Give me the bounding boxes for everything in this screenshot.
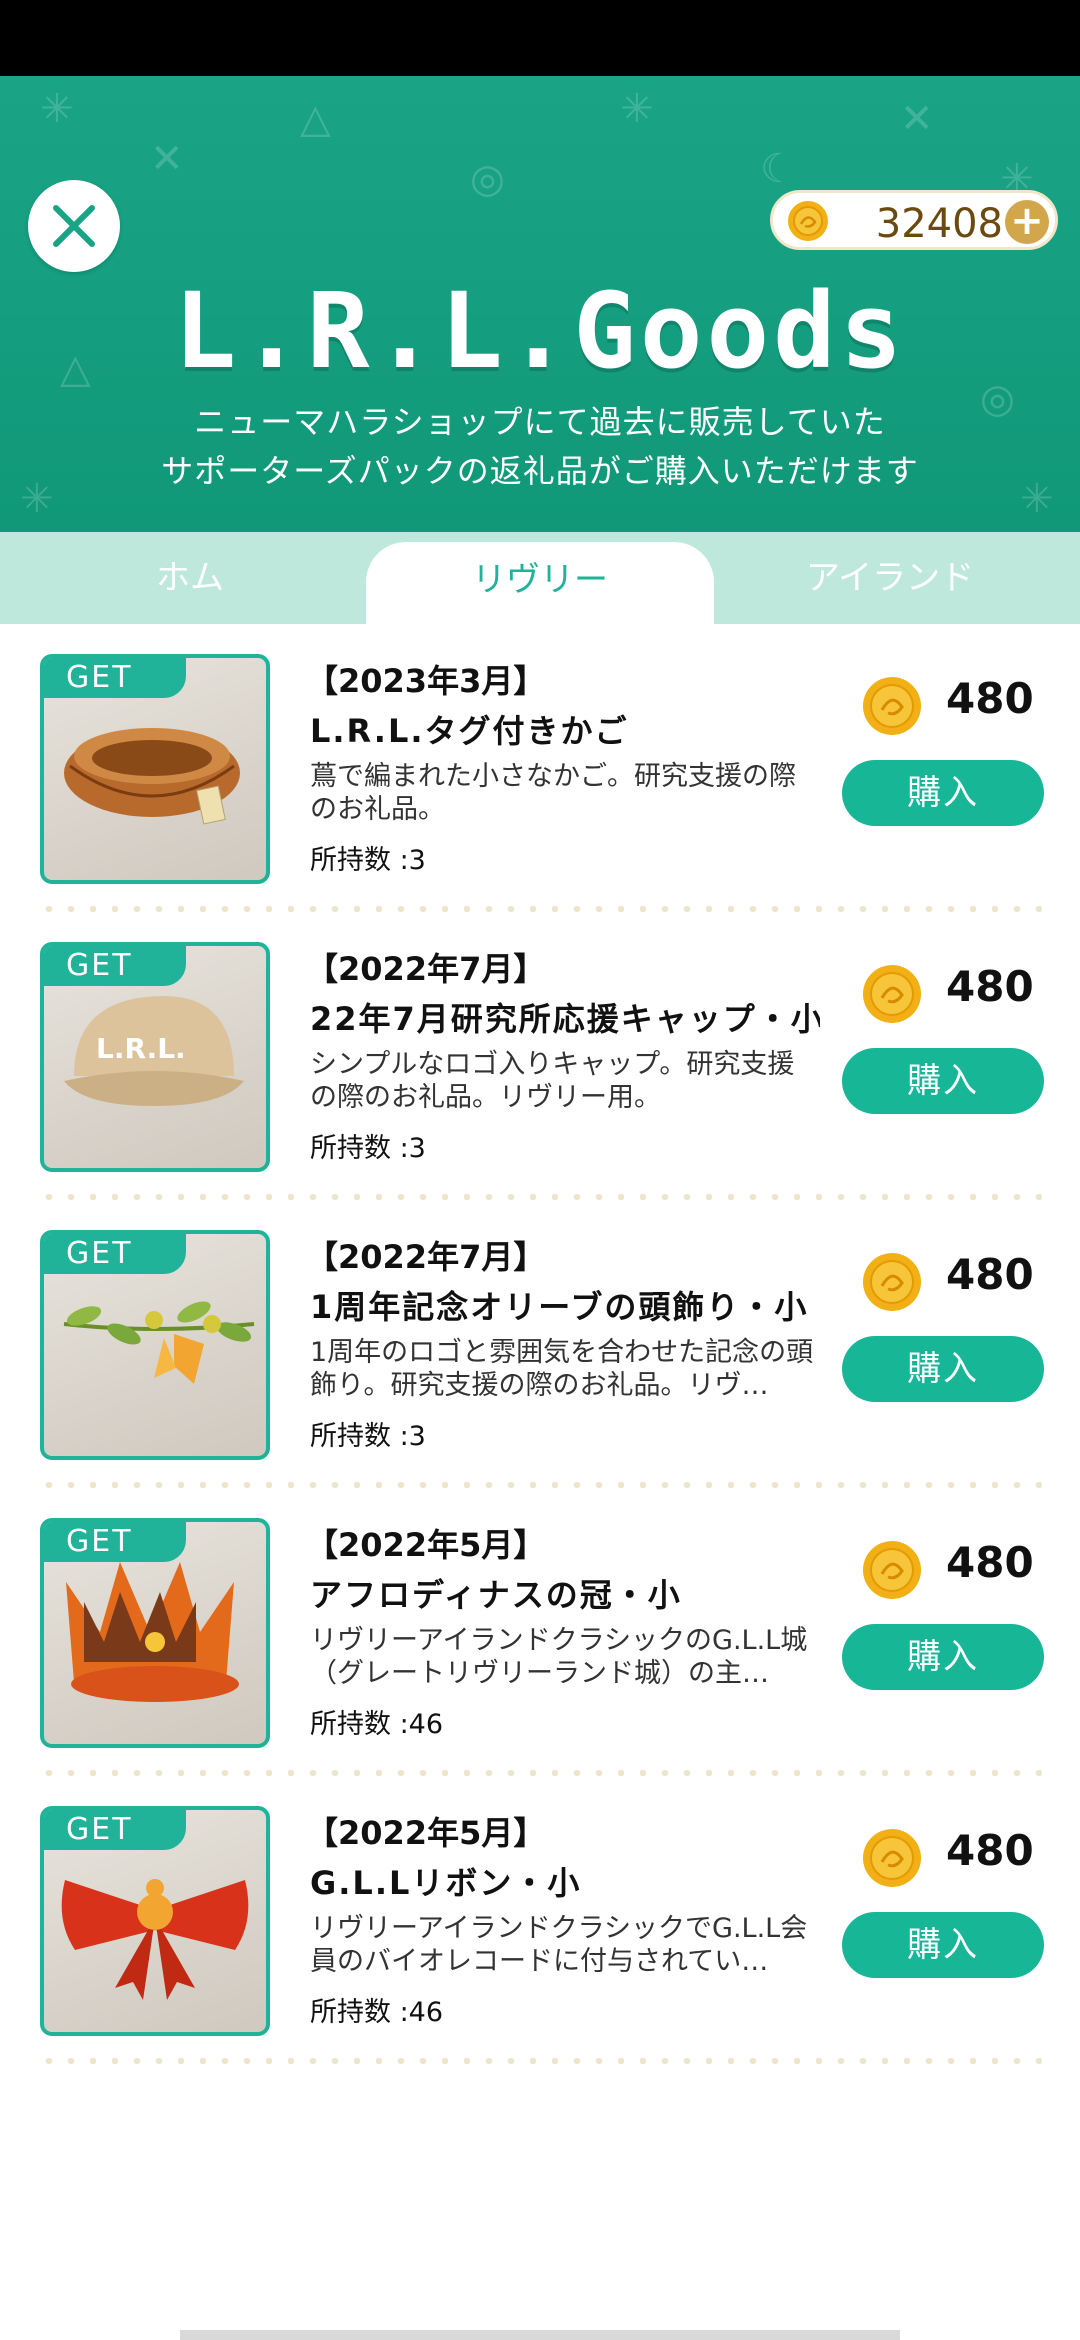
list-item: GET 【2022年7月】 1周年記念オリーブの頭飾り・小 1周年のロゴと雰囲気… — [0, 1200, 1080, 1488]
coin-amount: 32408 — [875, 201, 1003, 247]
coin-icon — [863, 965, 921, 1023]
item-description: リヴリーアイランドクラシックでG.L.L会員のバイオレコードに付与されてい… — [310, 1913, 808, 1977]
item-thumbnail[interactable]: L.R.L. GET — [40, 942, 270, 1172]
coin-icon — [863, 1829, 921, 1887]
basket-icon — [64, 728, 240, 825]
decor-cross: ✕ — [900, 96, 934, 142]
item-description: リヴリーアイランドクラシックのG.L.L城（グレートリヴリーランド城）の主… — [310, 1625, 808, 1689]
item-name: アフロディナスの冠・小 — [310, 1576, 682, 1614]
subtitle-line2: サポーターズパックの返礼品がご購入いただけます — [161, 452, 919, 490]
item-date: 【2022年7月】 — [306, 1238, 546, 1276]
decor-circle: ◎ — [470, 156, 505, 202]
item-owned-count: 所持数 :3 — [310, 1133, 426, 1164]
tab-livly[interactable]: リヴリー — [366, 542, 714, 624]
item-thumbnail[interactable]: GET — [40, 1806, 270, 2036]
item-name: G.L.Lリボン・小 — [310, 1864, 582, 1902]
add-coins-button[interactable]: + — [1005, 200, 1049, 244]
item-owned-count: 所持数 :3 — [310, 1421, 426, 1452]
get-badge: GET — [44, 1234, 186, 1274]
subtitle-line1: ニューマハラショップにて過去に販売していた — [194, 403, 886, 441]
tab-bar: ホム リヴリー アイランド — [0, 532, 1080, 624]
item-description: シンプルなロゴ入りキャップ。研究支援の際のお礼品。リヴリー用。 — [310, 1049, 795, 1113]
decor-asterisk: ✳ — [40, 86, 74, 132]
item-date: 【2022年5月】 — [306, 1814, 546, 1852]
buy-button[interactable]: 購入 — [842, 1624, 1044, 1690]
item-date: 【2022年7月】 — [306, 950, 546, 988]
divider — [38, 2058, 1042, 2064]
buy-button[interactable]: 購入 — [842, 1048, 1044, 1114]
item-price: 480 — [946, 1250, 1034, 1299]
item-price: 480 — [946, 1538, 1034, 1587]
navigation-handle[interactable] — [180, 2330, 900, 2340]
ribbon-icon — [61, 1879, 249, 2000]
item-price: 480 — [946, 674, 1034, 723]
coin-icon — [863, 677, 921, 735]
item-thumbnail[interactable]: GET — [40, 1230, 270, 1460]
decor-triangle: △ — [300, 96, 331, 142]
close-button[interactable] — [28, 180, 120, 272]
tab-island[interactable]: アイランド — [700, 532, 1080, 624]
item-owned-count: 所持数 :3 — [310, 845, 426, 876]
item-thumbnail[interactable]: GET — [40, 654, 270, 884]
coin-balance: 32408 + — [770, 190, 1058, 250]
get-badge: GET — [44, 658, 186, 698]
item-name: L.R.L.タグ付きかご — [310, 712, 629, 750]
get-badge: GET — [44, 946, 186, 986]
crown-icon — [66, 1562, 239, 1702]
item-description: 1周年のロゴと雰囲気を合わせた記念の頭飾り。研究支援の際のお礼品。リヴ… — [310, 1337, 814, 1401]
item-owned-count: 所持数 :46 — [310, 1997, 444, 2028]
get-badge: GET — [44, 1810, 186, 1850]
cap-icon: L.R.L. — [64, 996, 244, 1106]
decor-cross: ✕ — [150, 136, 184, 182]
coin-icon — [788, 201, 828, 241]
item-description: 蔦で編まれた小さなかご。研究支援の際のお礼品。 — [310, 761, 796, 825]
decor-asterisk: ✳ — [620, 86, 654, 132]
close-icon — [53, 205, 95, 247]
coin-icon — [863, 1541, 921, 1599]
list-item: L.R.L. GET 【2022年7月】 22年7月研究所応援キャップ・小 シン… — [0, 912, 1080, 1200]
item-date: 【2023年3月】 — [306, 662, 546, 700]
decor-moon: ☾ — [760, 146, 796, 192]
buy-button[interactable]: 購入 — [842, 760, 1044, 826]
status-bar — [0, 0, 1080, 76]
list-item: GET 【2023年3月】 L.R.L.タグ付きかご 蔦で編まれた小さなかご。研… — [0, 624, 1080, 912]
buy-button[interactable]: 購入 — [842, 1912, 1044, 1978]
item-name: 1周年記念オリーブの頭飾り・小 — [310, 1288, 809, 1326]
coin-icon — [863, 1253, 921, 1311]
item-date: 【2022年5月】 — [306, 1526, 546, 1564]
list-item: GET 【2022年5月】 アフロディナスの冠・小 リヴリーアイランドクラシック… — [0, 1488, 1080, 1776]
item-price: 480 — [946, 1826, 1034, 1875]
item-name: 22年7月研究所応援キャップ・小 — [310, 1000, 820, 1038]
get-badge: GET — [44, 1522, 186, 1562]
item-owned-count: 所持数 :46 — [310, 1709, 444, 1740]
list-item: GET 【2022年5月】 G.L.Lリボン・小 リヴリーアイランドクラシックで… — [0, 1776, 1080, 2064]
tab-home[interactable]: ホム — [0, 532, 380, 624]
item-price: 480 — [946, 962, 1034, 1011]
shop-logo: L.R.L.Goods — [173, 270, 907, 392]
olive-icon — [63, 1301, 255, 1384]
buy-button[interactable]: 購入 — [842, 1336, 1044, 1402]
item-thumbnail[interactable]: GET — [40, 1518, 270, 1748]
svg-text:L.R.L.: L.R.L. — [96, 1032, 186, 1065]
